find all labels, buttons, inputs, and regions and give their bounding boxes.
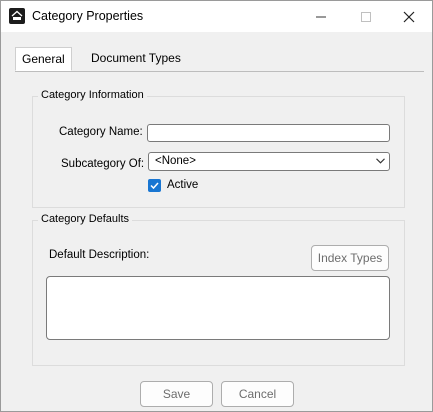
- category-information-legend: Category Information: [38, 89, 147, 101]
- maximize-button[interactable]: [343, 1, 389, 32]
- close-icon: [403, 11, 415, 23]
- category-defaults-legend: Category Defaults: [38, 213, 133, 225]
- category-defaults-group: Category Defaults Default Description: I…: [32, 213, 405, 366]
- active-checkbox[interactable]: [148, 179, 161, 192]
- category-name-input[interactable]: [147, 124, 390, 142]
- category-information-group: Category Information Category Name: Subc…: [32, 89, 405, 208]
- default-description-textarea[interactable]: [46, 276, 390, 340]
- cancel-button[interactable]: Cancel: [221, 381, 294, 407]
- category-properties-dialog: Category Properties General Document Typ…: [0, 0, 433, 412]
- subcategory-of-dropdown[interactable]: <None>: [148, 152, 390, 171]
- minimize-icon: [316, 16, 326, 18]
- save-button[interactable]: Save: [140, 381, 213, 407]
- checkmark-icon: [150, 182, 159, 190]
- subcategory-selected-value: <None>: [155, 155, 196, 167]
- minimize-button[interactable]: [298, 1, 344, 32]
- tab-general[interactable]: General: [15, 47, 72, 71]
- default-description-label: Default Description:: [49, 249, 150, 261]
- index-types-button[interactable]: Index Types: [311, 245, 389, 271]
- general-tab-panel: Category Information Category Name: Subc…: [15, 72, 424, 371]
- subcategory-of-label: Subcategory Of:: [61, 158, 145, 170]
- close-button[interactable]: [386, 1, 432, 32]
- maximize-icon: [361, 12, 371, 22]
- tab-document-types[interactable]: Document Types: [85, 47, 187, 70]
- chevron-down-icon: [376, 158, 385, 164]
- app-logo-icon: [9, 8, 25, 24]
- tab-strip: General Document Types: [15, 47, 424, 72]
- title-bar[interactable]: Category Properties: [1, 1, 432, 32]
- window-title: Category Properties: [32, 9, 144, 23]
- category-name-label: Category Name:: [59, 126, 143, 138]
- active-label: Active: [167, 179, 199, 191]
